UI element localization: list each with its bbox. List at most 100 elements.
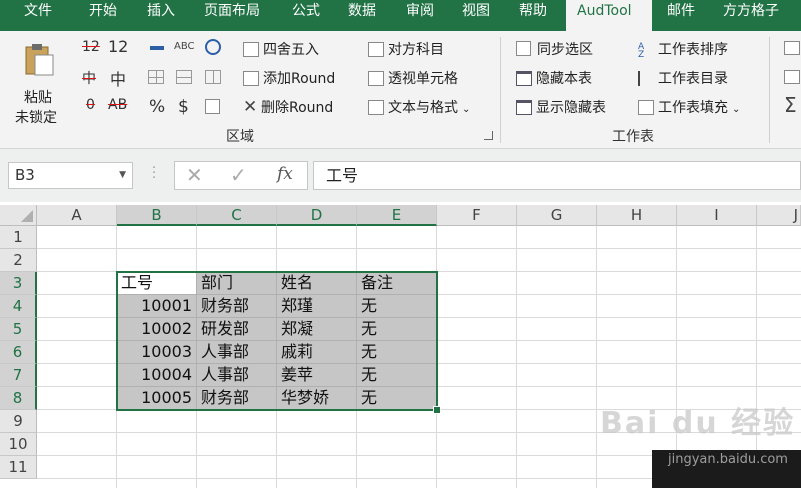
row-header-11[interactable]: 11 bbox=[0, 456, 37, 479]
chinese-strike-icon[interactable]: 中 bbox=[82, 68, 96, 88]
grid-icon-2[interactable] bbox=[176, 70, 192, 84]
cell-c7[interactable]: 人事部 bbox=[197, 364, 277, 387]
cell-c6[interactable]: 人事部 bbox=[197, 341, 277, 364]
row-header-7[interactable]: 7 bbox=[0, 364, 37, 387]
row-header-4[interactable]: 4 bbox=[0, 295, 37, 318]
column-header-d[interactable]: D bbox=[277, 205, 357, 226]
dialog-launcher-icon[interactable] bbox=[484, 131, 493, 140]
cell-e6[interactable]: 无 bbox=[357, 341, 437, 364]
name-box[interactable]: B3 ▼ bbox=[8, 162, 133, 189]
trace-cell-button[interactable]: 透视单元格 bbox=[368, 68, 458, 88]
minus-icon[interactable] bbox=[150, 46, 164, 50]
enter-check-icon[interactable]: ✓ bbox=[230, 163, 247, 187]
number-12-icon[interactable]: 12 bbox=[108, 37, 128, 56]
column-header-j[interactable]: J bbox=[757, 205, 801, 226]
show-hidden-sheets-button[interactable]: 显示隐藏表 bbox=[516, 97, 606, 117]
sync-selection-toggle[interactable]: 同步选区 bbox=[516, 39, 593, 59]
hide-sheet-button[interactable]: 隐藏本表 bbox=[516, 68, 592, 88]
number-12-strike-icon[interactable]: 12 bbox=[82, 39, 100, 55]
tab-help[interactable]: 帮助 bbox=[511, 0, 555, 31]
cell-c3[interactable]: 部门 bbox=[197, 272, 277, 295]
sort-sheets-button[interactable]: A Z 工作表排序 bbox=[638, 39, 728, 60]
tab-formulas[interactable]: 公式 bbox=[284, 0, 328, 31]
cell-b4[interactable]: 10001 bbox=[117, 295, 197, 318]
tab-mailings[interactable]: 邮件 bbox=[659, 0, 703, 31]
cancel-icon[interactable]: ✕ bbox=[186, 163, 203, 187]
cell-e4[interactable]: 无 bbox=[357, 295, 437, 318]
chinese-char-icon[interactable]: 中 bbox=[110, 66, 126, 90]
more-icon-1[interactable] bbox=[784, 41, 800, 55]
tab-audtool[interactable]: AudTool bbox=[566, 0, 652, 31]
cell-b7[interactable]: 10004 bbox=[117, 364, 197, 387]
column-header-c[interactable]: C bbox=[197, 205, 277, 226]
column-header-f[interactable]: F bbox=[437, 205, 517, 226]
cell-b6[interactable]: 10003 bbox=[117, 341, 197, 364]
delete-round-button[interactable]: ✕ 删除Round bbox=[243, 97, 333, 117]
cell-d4[interactable]: 郑瑾 bbox=[277, 295, 357, 318]
cell-c8[interactable]: 财务部 bbox=[197, 387, 277, 410]
round-button[interactable]: 四舍五入 bbox=[243, 39, 319, 59]
more-icon-2[interactable] bbox=[784, 70, 800, 84]
name-box-value: B3 bbox=[15, 166, 35, 184]
name-box-dropdown-icon[interactable]: ▼ bbox=[119, 163, 126, 188]
tab-fangfang[interactable]: 方方格子 bbox=[715, 0, 787, 31]
add-round-button[interactable]: 添加Round bbox=[243, 68, 335, 88]
row-header-10[interactable]: 10 bbox=[0, 433, 37, 456]
cell-d7[interactable]: 姜苹 bbox=[277, 364, 357, 387]
row-header-8[interactable]: 8 bbox=[0, 387, 37, 410]
cell-c5[interactable]: 研发部 bbox=[197, 318, 277, 341]
sigma-icon[interactable]: Σ bbox=[784, 93, 797, 117]
contra-account-button[interactable]: 对方科目 bbox=[368, 39, 444, 59]
cell-e8[interactable]: 无 bbox=[357, 387, 437, 410]
sheet-toc-button[interactable]: 工作表目录 bbox=[638, 68, 728, 88]
paste-unlocked-button[interactable]: 粘贴 未锁定 bbox=[12, 39, 66, 126]
cell-e5[interactable]: 无 bbox=[357, 318, 437, 341]
text-format-button[interactable]: 文本与格式 ⌄ bbox=[368, 97, 470, 117]
row-header-6[interactable]: 6 bbox=[0, 341, 37, 364]
cell-c4[interactable]: 财务部 bbox=[197, 295, 277, 318]
tab-home[interactable]: 开始 bbox=[81, 0, 125, 31]
row-header-9[interactable]: 9 bbox=[0, 410, 37, 433]
delete-x-icon: ✕ bbox=[243, 97, 258, 117]
tab-insert[interactable]: 插入 bbox=[139, 0, 183, 31]
sheet-calc-icon[interactable] bbox=[205, 99, 220, 114]
cell-b8[interactable]: 10005 bbox=[117, 387, 197, 410]
grid-icon-3[interactable] bbox=[205, 70, 221, 84]
tab-view[interactable]: 视图 bbox=[454, 0, 498, 31]
column-header-b[interactable]: B bbox=[117, 205, 197, 226]
cell-d8[interactable]: 华梦娇 bbox=[277, 387, 357, 410]
row-header-3[interactable]: 3 bbox=[0, 272, 37, 295]
grid-icon-1[interactable] bbox=[148, 70, 164, 84]
cell-e7[interactable]: 无 bbox=[357, 364, 437, 387]
cell-b3[interactable]: 工号 bbox=[117, 272, 197, 295]
insert-function-icon[interactable]: fx bbox=[277, 164, 293, 184]
abc-spell-icon[interactable]: ABC bbox=[174, 41, 195, 52]
tab-page-layout[interactable]: 页面布局 bbox=[196, 0, 268, 31]
select-all-corner[interactable] bbox=[0, 205, 37, 226]
row-header-2[interactable]: 2 bbox=[0, 249, 37, 272]
add-round-label: 添加Round bbox=[263, 71, 336, 87]
formula-input[interactable]: 工号 bbox=[313, 161, 801, 190]
ab-strike-icon[interactable]: AB bbox=[108, 97, 127, 113]
cell-d3[interactable]: 姓名 bbox=[277, 272, 357, 295]
tab-file[interactable]: 文件 bbox=[16, 0, 60, 31]
column-header-i[interactable]: I bbox=[677, 205, 757, 226]
column-header-g[interactable]: G bbox=[517, 205, 597, 226]
move-icon[interactable] bbox=[205, 39, 221, 55]
sheet-fill-button[interactable]: 工作表填充 ⌄ bbox=[638, 97, 740, 117]
zero-strike-icon[interactable]: 0 bbox=[86, 97, 95, 113]
cell-d5[interactable]: 郑凝 bbox=[277, 318, 357, 341]
row-header-5[interactable]: 5 bbox=[0, 318, 37, 341]
row-header-1[interactable]: 1 bbox=[0, 226, 37, 249]
tab-data[interactable]: 数据 bbox=[340, 0, 384, 31]
cell-d6[interactable]: 戚莉 bbox=[277, 341, 357, 364]
tab-review[interactable]: 审阅 bbox=[398, 0, 442, 31]
percent-icon[interactable]: % bbox=[149, 97, 165, 117]
cell-b5[interactable]: 10002 bbox=[117, 318, 197, 341]
column-header-a[interactable]: A bbox=[37, 205, 117, 226]
column-header-e[interactable]: E bbox=[357, 205, 437, 226]
column-header-h[interactable]: H bbox=[597, 205, 677, 226]
dollar-icon[interactable]: $ bbox=[178, 97, 189, 117]
fill-handle[interactable] bbox=[433, 406, 441, 414]
cell-e3[interactable]: 备注 bbox=[357, 272, 437, 295]
